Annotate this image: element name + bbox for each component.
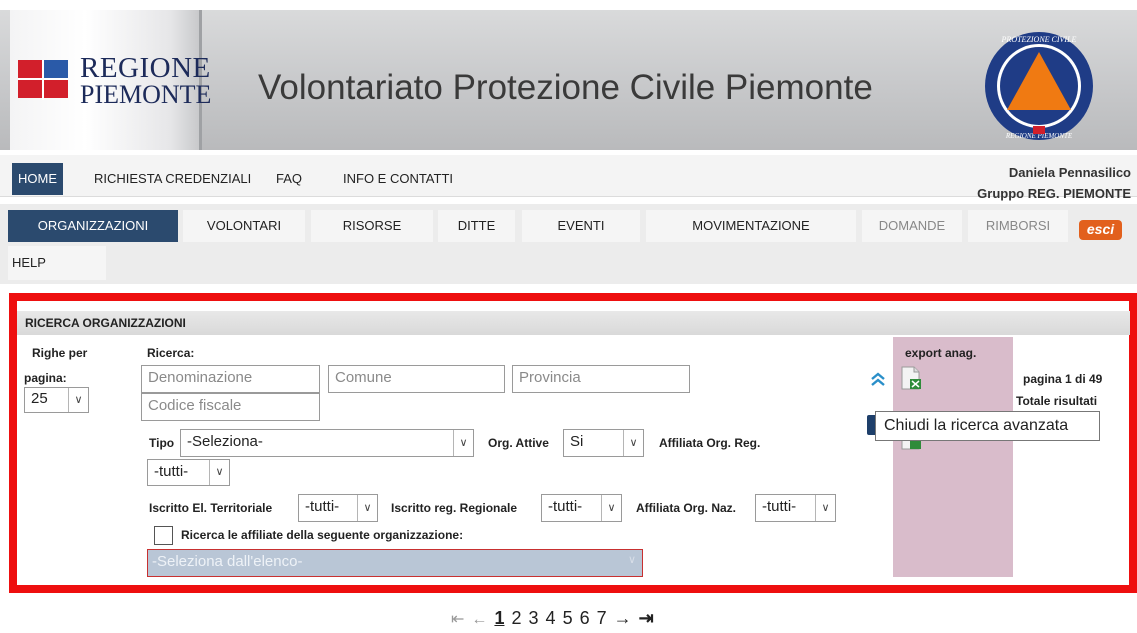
iscritto-territoriale-select[interactable]: -tutti- ∨ [298,494,378,522]
organization-select-value: -Seleziona dall'elenco- [152,553,303,570]
next-page-icon[interactable]: → [614,608,632,628]
rows-per-page-label-1: Righe per [32,346,88,360]
page-3-link[interactable]: 3 [529,608,539,628]
page-5-link[interactable]: 5 [563,608,573,628]
page-4-link[interactable]: 4 [546,608,556,628]
nav-rimborsi[interactable]: RIMBORSI [968,210,1068,242]
iscritto-territoriale-value: -tutti- [305,498,340,515]
denominazione-input[interactable]: Denominazione [141,365,320,393]
prev-page-icon[interactable]: ← [471,611,487,628]
last-page-icon[interactable]: ⇥ [639,608,654,628]
header-banner: REGIONE PIEMONTE Volontariato Protezione… [0,10,1137,150]
chevron-down-icon: ∨ [453,430,473,456]
nav-home[interactable]: HOME [12,163,63,195]
rows-per-page-value: 25 [31,390,48,407]
search-label: Ricerca: [147,346,195,360]
affiliate-checkbox[interactable] [154,526,173,545]
export-label: export anag. [905,346,977,360]
page-info: pagina 1 di 49 [1023,372,1103,386]
nav-richiesta-credenziali[interactable]: RICHIESTA CREDENZIALI [88,163,257,195]
chevron-down-icon: ∨ [623,430,643,456]
affiliata-naz-value: -tutti- [762,498,797,515]
tipo-value: -Seleziona- [187,433,263,450]
provincia-input[interactable]: Provincia [512,365,690,393]
emblem-text-top: PROTEZIONE CIVILE [1001,35,1077,44]
collapse-double-chevron-up-icon[interactable] [869,370,887,388]
affiliata-naz-label: Affiliata Org. Naz. [636,501,737,515]
page-7-link[interactable]: 7 [597,608,607,628]
affiliata-naz-select[interactable]: -tutti- ∨ [755,494,836,522]
chevron-down-icon: ∨ [815,495,835,521]
chevron-down-icon: ∨ [209,460,229,485]
affiliate-checkbox-label: Ricerca le affiliate della seguente orga… [181,528,464,542]
organization-select[interactable]: -Seleziona dall'elenco- ∨ [147,549,643,577]
affiliata-reg-label: Affiliata Org. Reg. [659,436,761,450]
excel-export-icon[interactable] [900,366,922,390]
page-2-link[interactable]: 2 [511,608,521,628]
panel-title: RICERCA ORGANIZZAZIONI [25,316,186,330]
exit-button[interactable]: esci [1079,220,1122,240]
tipo-select[interactable]: -Seleziona- ∨ [180,429,474,457]
chevron-down-icon: ∨ [357,495,377,521]
org-attive-select[interactable]: Si ∨ [563,429,644,457]
iscritto-regionale-value: -tutti- [548,498,583,515]
pagination: ⇤ ← 1 2 3 4 5 6 7 → ⇥ [450,608,655,629]
comune-input[interactable]: Comune [328,365,505,393]
brand-line-1: REGIONE [80,52,211,84]
regione-flag-icon [18,60,70,100]
nav-faq[interactable]: FAQ [270,163,308,195]
site-title: Volontariato Protezione Civile Piemonte [258,68,873,107]
nav-info-contatti[interactable]: INFO E CONTATTI [337,163,459,195]
nav-ditte[interactable]: DITTE [438,210,515,242]
chevron-down-icon: ∨ [601,495,621,521]
brand-line-2: PIEMONTE [80,80,212,109]
nav-eventi[interactable]: EVENTI [522,210,640,242]
codice-fiscale-input[interactable]: Codice fiscale [141,393,320,421]
org-attive-value: Si [570,433,584,450]
user-group: Gruppo REG. PIEMONTE [977,186,1131,201]
page-6-link[interactable]: 6 [580,608,590,628]
total-results-label: Totale risultati [1016,394,1098,408]
rows-per-page-select[interactable]: 25 ∨ [24,387,89,413]
tooltip: Chiudi la ricerca avanzata [875,411,1100,441]
chevron-down-icon: ∨ [627,554,636,566]
protezione-civile-emblem-icon: PROTEZIONE CIVILE REGIONE PIEMONTE [985,32,1093,140]
first-page-icon[interactable]: ⇤ [451,611,464,628]
nav-volontari[interactable]: VOLONTARI [183,210,305,242]
primary-nav: HOME RICHIESTA CREDENZIALI FAQ INFO E CO… [0,155,1137,201]
tertiary-nav [0,244,1137,284]
iscritto-regionale-label: Iscritto reg. Regionale [391,501,518,515]
nav-risorse[interactable]: RISORSE [311,210,433,242]
nav-organizzazioni[interactable]: ORGANIZZAZIONI [8,210,178,242]
affiliata-reg-select[interactable]: -tutti- ∨ [147,459,230,486]
nav-domande[interactable]: DOMANDE [862,210,962,242]
nav-movimentazione[interactable]: MOVIMENTAZIONE [646,210,856,242]
rows-per-page-label-2: pagina: [24,371,67,385]
org-attive-label: Org. Attive [488,436,549,450]
tipo-label: Tipo [149,436,175,450]
affiliata-reg-value: -tutti- [154,463,189,480]
secondary-nav: ORGANIZZAZIONI VOLONTARI RISORSE DITTE E… [0,204,1137,244]
user-name: Daniela Pennasilico [1008,165,1131,180]
iscritto-territoriale-label: Iscritto El. Territoriale [149,501,273,515]
iscritto-regionale-select[interactable]: -tutti- ∨ [541,494,622,522]
chevron-down-icon: ∨ [68,388,88,412]
page-1-link[interactable]: 1 [494,608,504,628]
nav-help[interactable]: HELP [8,246,106,280]
